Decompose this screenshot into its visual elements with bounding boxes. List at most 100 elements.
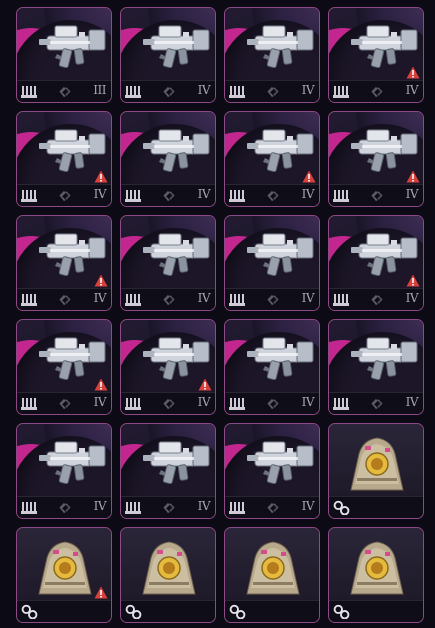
armor-plate-pack-icon <box>350 437 404 491</box>
weapon-slot[interactable]: IV <box>224 7 320 103</box>
mod-slot-icon <box>370 86 383 98</box>
warning-icon <box>94 274 108 287</box>
tier-label: IV <box>197 499 211 513</box>
tier-label: IV <box>93 291 107 305</box>
smg-icon <box>38 25 106 69</box>
gear-slot[interactable] <box>328 423 424 519</box>
warning-icon <box>94 378 108 391</box>
slot-info-bar: IV <box>17 496 111 518</box>
slot-info-bar <box>121 600 215 622</box>
mod-slot-icon <box>162 294 175 306</box>
slot-info-bar: IV <box>225 80 319 102</box>
inventory-grid: III IV IV IV IV IV IV IV IV IV IV IV IV IV IV IV IV IV IV <box>16 7 424 623</box>
magazine-icon <box>125 190 141 202</box>
tier-label: IV <box>301 187 315 201</box>
attachment-icon <box>333 604 350 619</box>
mod-slot-icon <box>266 294 279 306</box>
weapon-slot[interactable]: IV <box>120 423 216 519</box>
smg-icon <box>38 441 106 485</box>
tier-label: IV <box>301 499 315 513</box>
gear-slot[interactable] <box>16 527 112 623</box>
weapon-slot[interactable]: IV <box>120 319 216 415</box>
warning-icon <box>302 170 316 183</box>
smg-icon <box>246 337 314 381</box>
tier-label: IV <box>405 187 419 201</box>
weapon-slot[interactable]: IV <box>224 111 320 207</box>
tier-label: IV <box>93 499 107 513</box>
warning-icon <box>406 66 420 79</box>
magazine-icon <box>125 86 141 98</box>
attachment-icon <box>333 500 350 515</box>
mod-slot-icon <box>266 502 279 514</box>
weapon-slot[interactable]: IV <box>224 319 320 415</box>
slot-info-bar: IV <box>329 288 423 310</box>
weapon-slot[interactable]: IV <box>16 111 112 207</box>
weapon-slot[interactable]: IV <box>16 215 112 311</box>
tier-label: IV <box>405 291 419 305</box>
slot-info-bar: IV <box>121 392 215 414</box>
smg-icon <box>246 25 314 69</box>
mod-slot-icon <box>370 294 383 306</box>
mod-slot-icon <box>58 502 71 514</box>
armor-plate-pack-icon <box>350 541 404 595</box>
weapon-slot[interactable]: IV <box>328 111 424 207</box>
tier-label: IV <box>301 395 315 409</box>
armor-plate-pack-icon <box>246 541 300 595</box>
slot-info-bar: IV <box>17 184 111 206</box>
mod-slot-icon <box>266 190 279 202</box>
weapon-slot[interactable]: IV <box>16 319 112 415</box>
magazine-icon <box>333 294 349 306</box>
magazine-icon <box>229 86 245 98</box>
mod-slot-icon <box>58 294 71 306</box>
slot-info-bar: IV <box>121 184 215 206</box>
smg-icon <box>350 337 418 381</box>
tier-label: IV <box>197 187 211 201</box>
weapon-slot[interactable]: IV <box>120 215 216 311</box>
slot-info-bar <box>329 496 423 518</box>
weapon-slot[interactable]: IV <box>328 215 424 311</box>
mod-slot-icon <box>58 190 71 202</box>
mod-slot-icon <box>162 502 175 514</box>
gear-slot[interactable] <box>120 527 216 623</box>
tier-label: IV <box>93 187 107 201</box>
slot-info-bar: IV <box>225 392 319 414</box>
weapon-slot[interactable]: IV <box>328 319 424 415</box>
mod-slot-icon <box>370 398 383 410</box>
tier-label: III <box>93 83 106 97</box>
slot-info-bar: IV <box>329 80 423 102</box>
mod-slot-icon <box>58 86 71 98</box>
gear-slot[interactable] <box>328 527 424 623</box>
warning-icon <box>406 170 420 183</box>
tier-label: IV <box>301 83 315 97</box>
tier-label: IV <box>197 291 211 305</box>
attachment-icon <box>21 604 38 619</box>
tier-label: IV <box>405 83 419 97</box>
slot-info-bar: IV <box>17 392 111 414</box>
smg-icon <box>142 441 210 485</box>
mod-slot-icon <box>266 86 279 98</box>
tier-label: IV <box>405 395 419 409</box>
weapon-slot[interactable]: IV <box>120 111 216 207</box>
attachment-icon <box>125 604 142 619</box>
magazine-icon <box>21 190 37 202</box>
magazine-icon <box>21 502 37 514</box>
mod-slot-icon <box>266 398 279 410</box>
smg-icon <box>246 233 314 277</box>
weapon-slot[interactable]: IV <box>224 423 320 519</box>
weapon-slot[interactable]: III <box>16 7 112 103</box>
slot-info-bar: IV <box>121 496 215 518</box>
warning-icon <box>198 378 212 391</box>
warning-icon <box>94 586 108 599</box>
weapon-slot[interactable]: IV <box>16 423 112 519</box>
tier-label: IV <box>197 83 211 97</box>
mod-slot-icon <box>162 190 175 202</box>
weapon-slot[interactable]: IV <box>328 7 424 103</box>
tier-label: IV <box>301 291 315 305</box>
slot-info-bar: IV <box>329 184 423 206</box>
gear-slot[interactable] <box>224 527 320 623</box>
attachment-icon <box>229 604 246 619</box>
weapon-slot[interactable]: IV <box>120 7 216 103</box>
smg-icon <box>142 129 210 173</box>
slot-info-bar <box>17 600 111 622</box>
weapon-slot[interactable]: IV <box>224 215 320 311</box>
